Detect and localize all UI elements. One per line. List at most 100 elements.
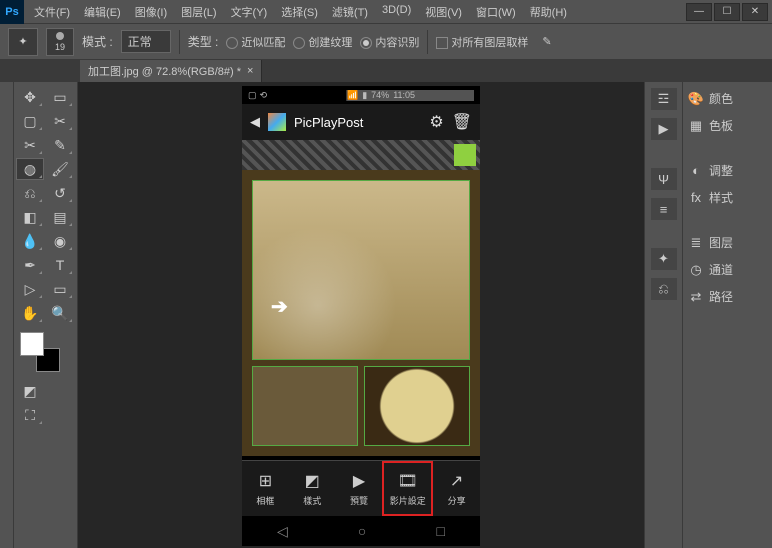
hand-tool[interactable]: ✋	[16, 302, 44, 324]
collage-bottom-left[interactable]	[252, 366, 358, 446]
canvas[interactable]: ▢⟲ 📶 ▮ 74% 11:05 ◀ PicPlayPost ⚙ 🗑 ➔	[242, 86, 480, 546]
type-label: 类型 :	[188, 33, 219, 50]
panel-styles[interactable]: fx样式	[685, 187, 770, 208]
clone-panel-icon[interactable]: ⎌	[651, 278, 677, 300]
stamp-tool[interactable]: ⎌	[16, 182, 44, 204]
quickmask-toggle[interactable]: ◩	[16, 380, 44, 402]
eraser-tool[interactable]: ◧	[16, 206, 44, 228]
status-icon: ⟲	[260, 90, 268, 101]
collage-bottom-right[interactable]	[364, 366, 470, 446]
toolbox: ✥▭ ▢✂ ✂✎ ◍🖌 ⎌↺ ◧▤ 💧◉ ✒T ▷▭ ✋🔍 ◩ ⛶	[14, 82, 78, 548]
panel-layers[interactable]: ≣图层	[685, 232, 770, 253]
properties-panel-icon[interactable]: ▶	[651, 118, 677, 140]
menu-text[interactable]: 文字(Y)	[225, 1, 274, 23]
panel-color[interactable]: 🎨颜色	[685, 88, 770, 109]
trash-icon[interactable]: 🗑	[452, 112, 472, 132]
nav-home-icon[interactable]: ○	[358, 523, 366, 539]
battery-text: 74%	[371, 90, 389, 100]
move-tool[interactable]: ✥	[16, 86, 44, 108]
menu-file[interactable]: 文件(F)	[28, 1, 76, 23]
blur-tool[interactable]: 💧	[16, 230, 44, 252]
crop-tool[interactable]: ✂	[16, 134, 44, 156]
pen-tool[interactable]: ✒	[16, 254, 44, 276]
color-swatches[interactable]	[20, 332, 60, 372]
char-panel-icon[interactable]: Ψ	[651, 168, 677, 190]
document-tab[interactable]: 加工图.jpg @ 72.8%(RGB/8#) * ×	[80, 60, 262, 82]
menu-view[interactable]: 视图(V)	[419, 1, 468, 23]
menu-filter[interactable]: 滤镜(T)	[326, 1, 374, 23]
back-icon[interactable]: ◀	[250, 114, 260, 130]
nav-back-icon[interactable]: ◁	[277, 523, 288, 540]
collapsed-panels-strip: ☲ ▶ Ψ ≡ ✦ ⎌	[645, 82, 683, 548]
type-tool[interactable]: T	[46, 254, 74, 276]
menu-window[interactable]: 窗口(W)	[470, 1, 522, 23]
path-select-tool[interactable]: ▷	[16, 278, 44, 300]
radio-create-texture[interactable]: 创建纹理	[293, 34, 352, 50]
signal-icon: ▮	[362, 90, 367, 101]
fx-icon: fx	[687, 190, 705, 206]
panel-paths[interactable]: ⇄路径	[685, 286, 770, 307]
foreground-color[interactable]	[20, 332, 44, 356]
lasso-tool[interactable]: ✂	[46, 110, 74, 132]
artboard-tool[interactable]: ▭	[46, 86, 74, 108]
tab-style[interactable]: ◩樣式	[289, 461, 336, 516]
radio-approx[interactable]: 近似匹配	[226, 34, 285, 50]
film-icon: 🎞	[398, 471, 418, 491]
tool-preset[interactable]: ✦	[8, 28, 38, 56]
share-icon: ↗	[450, 471, 463, 491]
eyedropper-tool[interactable]: ✎	[46, 134, 74, 156]
divider	[427, 30, 428, 54]
panel-swatches[interactable]: ▦色板	[685, 115, 770, 136]
right-dock: ☲ ▶ Ψ ≡ ✦ ⎌ 🎨颜色 ▦色板 ◐调整 fx样式 ≣图层 ◷通道 ⇄路径	[644, 82, 772, 548]
panel-adjustments[interactable]: ◐调整	[685, 160, 770, 181]
history-brush-tool[interactable]: ↺	[46, 182, 74, 204]
menu-3d[interactable]: 3D(D)	[376, 1, 417, 23]
nav-recent-icon[interactable]: □	[436, 523, 444, 539]
brush-tool[interactable]: 🖌	[46, 158, 74, 180]
canvas-area[interactable]: ▢⟲ 📶 ▮ 74% 11:05 ◀ PicPlayPost ⚙ 🗑 ➔	[78, 82, 644, 548]
app-bottom-tabs: ⊞相框 ◩樣式 ▶預覽 🎞影片設定 ↗分享	[242, 460, 480, 516]
screenmode-toggle[interactable]: ⛶	[16, 404, 44, 426]
window-close[interactable]: ✕	[742, 3, 768, 21]
dodge-tool[interactable]: ◉	[46, 230, 74, 252]
ad-strip	[242, 140, 480, 170]
window-maximize[interactable]: ☐	[714, 3, 740, 21]
menu-image[interactable]: 图像(I)	[129, 1, 173, 23]
brush-panel-icon[interactable]: ✦	[651, 248, 677, 270]
paths-icon: ⇄	[687, 289, 705, 305]
close-tab-icon[interactable]: ×	[247, 65, 253, 77]
menu-select[interactable]: 选择(S)	[275, 1, 324, 23]
brush-size-picker[interactable]: 19	[46, 28, 74, 56]
menu-help[interactable]: 帮助(H)	[524, 1, 573, 23]
gear-icon[interactable]: ⚙	[429, 112, 443, 132]
layers-icon: ≣	[687, 235, 705, 251]
zoom-tool[interactable]: 🔍	[46, 302, 74, 324]
sample-all-layers-checkbox[interactable]: 对所有图层取样	[436, 34, 528, 50]
grid-icon: ⊞	[259, 471, 272, 491]
swatches-icon: ▦	[687, 118, 705, 134]
tab-preview[interactable]: ▶預覽	[336, 461, 383, 516]
para-panel-icon[interactable]: ≡	[651, 198, 677, 220]
panel-channels[interactable]: ◷通道	[685, 259, 770, 280]
window-minimize[interactable]: —	[686, 3, 712, 21]
adjust-icon: ◐	[687, 163, 705, 179]
tab-frame[interactable]: ⊞相框	[242, 461, 289, 516]
healing-brush-tool[interactable]: ◍	[16, 158, 44, 180]
history-panel-icon[interactable]: ☲	[651, 88, 677, 110]
shape-tool[interactable]: ▭	[46, 278, 74, 300]
menu-layer[interactable]: 图层(L)	[175, 1, 222, 23]
menubar: 文件(F) 编辑(E) 图像(I) 图层(L) 文字(Y) 选择(S) 滤镜(T…	[28, 1, 686, 23]
mode-label: 模式 :	[82, 33, 113, 50]
menu-edit[interactable]: 编辑(E)	[78, 1, 127, 23]
document-tab-title: 加工图.jpg @ 72.8%(RGB/8#) *	[88, 63, 241, 79]
tab-video-settings[interactable]: 🎞影片設定	[382, 461, 433, 516]
tab-share[interactable]: ↗分享	[433, 461, 480, 516]
radio-content-aware[interactable]: 内容识别	[360, 34, 419, 50]
phone-status-bar: ▢⟲ 📶 ▮ 74% 11:05	[242, 86, 480, 104]
gradient-tool[interactable]: ▤	[46, 206, 74, 228]
pressure-icon[interactable]: ✎	[542, 35, 551, 48]
photo-collage[interactable]: ➔	[242, 170, 480, 456]
mode-select[interactable]: 正常	[121, 30, 171, 53]
collage-top[interactable]: ➔	[252, 180, 470, 360]
marquee-tool[interactable]: ▢	[16, 110, 44, 132]
